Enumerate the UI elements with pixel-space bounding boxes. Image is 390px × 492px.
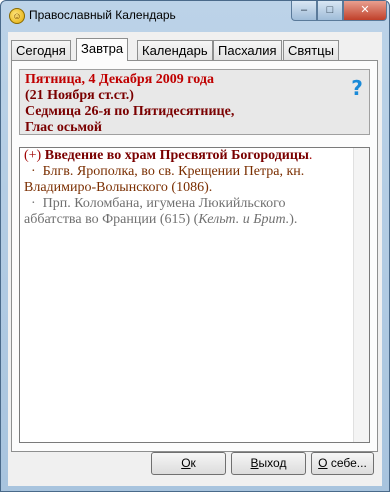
app-icon: ☺: [9, 8, 25, 24]
exit-access-key: В: [250, 456, 259, 470]
title-bar[interactable]: ☺ Православный Календарь – □ ✕: [1, 1, 389, 31]
header-date: Пятница, 4 Декабря 2009 года: [25, 72, 214, 87]
saint-note: Кельт. и Брит.: [198, 212, 290, 227]
help-icon[interactable]: ?: [349, 78, 365, 98]
saint-text: Блгв. Ярополка, во св. Крещении Петра, к…: [24, 164, 305, 195]
saint-entry: · Прп. Коломбана, игумена Люкийльского а…: [24, 196, 344, 228]
feast-entry: (+) Введение во храм Пресвятой Богородиц…: [24, 148, 344, 164]
header-tone: Глас осьмой: [25, 120, 102, 135]
saints-content: (+) Введение во храм Пресвятой Богородиц…: [24, 148, 344, 228]
feast-end: .: [308, 148, 313, 163]
ok-label: к: [190, 456, 196, 470]
exit-button[interactable]: Выход: [231, 452, 306, 475]
saint-entry: · Блгв. Ярополка, во св. Крещении Петра,…: [24, 164, 344, 196]
tab-paschalion[interactable]: Пасхалия: [213, 40, 282, 60]
about-button[interactable]: О себе...: [311, 452, 374, 475]
ok-button[interactable]: Ок: [151, 452, 226, 475]
bullet: ·: [31, 196, 36, 211]
client-area: Сегодня Завтра Календарь Пасхалия Святцы…: [8, 32, 382, 486]
maximize-button[interactable]: □: [317, 1, 343, 21]
saint-end: ).: [289, 212, 298, 227]
window-title: Православный Календарь: [29, 8, 176, 22]
ok-access-key: О: [181, 456, 191, 470]
tab-tomorrow[interactable]: Завтра: [76, 38, 129, 61]
saints-text-area[interactable]: (+) Введение во храм Пресвятой Богородиц…: [19, 147, 370, 443]
about-access-key: О: [318, 456, 328, 470]
vertical-scrollbar[interactable]: [353, 148, 369, 442]
feast-title: Введение во храм Пресвятой Богородицы: [44, 148, 309, 163]
tab-today[interactable]: Сегодня: [11, 40, 71, 60]
app-window: ☺ Православный Календарь – □ ✕ Сегодня З…: [0, 0, 390, 492]
date-header: Пятница, 4 Декабря 2009 года (21 Ноября …: [19, 69, 370, 135]
header-week: Седмица 26-я по Пятидесятнице,: [25, 104, 235, 119]
close-button[interactable]: ✕: [343, 1, 387, 21]
minimize-button[interactable]: –: [291, 1, 317, 21]
tab-calendar[interactable]: Календарь: [137, 40, 213, 60]
tab-saints[interactable]: Святцы: [283, 40, 339, 60]
about-label: себе...: [327, 456, 367, 470]
exit-label: ыход: [258, 456, 287, 470]
feast-mark: (+): [24, 148, 42, 163]
header-old-style: (21 Ноября ст.ст.): [25, 88, 134, 103]
bullet: ·: [31, 164, 36, 179]
tab-panel-tomorrow: Пятница, 4 Декабря 2009 года (21 Ноября …: [11, 60, 378, 452]
